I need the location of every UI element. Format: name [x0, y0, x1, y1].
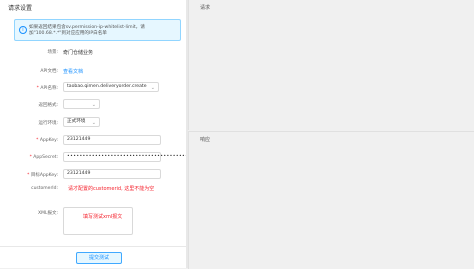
xml-textarea[interactable]: 填写测试xml报文 — [63, 207, 133, 235]
xml-placeholder: 填写测试xml报文 — [83, 214, 123, 220]
response-title: 响应 — [200, 137, 211, 143]
submit-test-button[interactable]: 提交测试 — [76, 252, 122, 264]
appkey-input[interactable]: 23121449 — [63, 135, 161, 145]
request-settings-panel: 请求设置 i 如果返回结果包含sv.permission-ip-whitelis… — [0, 0, 188, 268]
api-doc-label: API文档: — [40, 69, 58, 74]
scene-value: 奇门仓储业务 — [63, 50, 94, 56]
return-format-select[interactable]: ⌄ — [63, 99, 100, 109]
chevron-down-icon: ⌄ — [150, 85, 155, 91]
chevron-down-icon: ⌄ — [91, 120, 96, 126]
target-appkey-input[interactable]: 23121449 — [63, 169, 161, 179]
notice-text: 如果返回结果包含sv.permission-ip-whitelist-limit… — [29, 25, 145, 36]
api-name-select[interactable]: taobao.qimen.deliveryorder.create ⌄ — [63, 82, 159, 92]
appsecret-input[interactable]: ••••••••••••••••••••••••••••••••••••••• — [63, 152, 188, 162]
env-selected: 正式环境 — [67, 119, 86, 124]
customerid-warning: 请才配置的customerid, 这里不能为空 — [68, 186, 155, 192]
api-name-selected: taobao.qimen.deliveryorder.create — [67, 84, 147, 89]
return-format-label: 返回格式: — [38, 103, 58, 108]
api-doc-link[interactable]: 查看文档 — [63, 68, 83, 75]
request-panel: 请求 — [188, 0, 474, 130]
ip-whitelist-notice: i 如果返回结果包含sv.permission-ip-whitelist-lim… — [14, 19, 181, 41]
footer-divider — [0, 246, 186, 247]
api-name-label: * API名称: — [36, 86, 58, 91]
chevron-down-icon: ⌄ — [91, 102, 96, 108]
env-select[interactable]: 正式环境 ⌄ — [63, 117, 100, 127]
appsecret-label: * AppSecret: — [29, 155, 58, 160]
request-title: 请求 — [200, 5, 211, 11]
xml-label: XML报文: — [38, 211, 58, 216]
customerid-label: customerId: — [31, 186, 58, 191]
response-panel: 响应 — [188, 131, 474, 269]
target-appkey-label: * 目标AppKey: — [27, 173, 58, 178]
appkey-label: * AppKey: — [36, 138, 58, 143]
info-icon: i — [19, 26, 27, 34]
scene-label: 场景: — [47, 50, 58, 55]
panel-title: 请求设置 — [8, 5, 33, 12]
env-label: 运行环境: — [38, 121, 58, 126]
